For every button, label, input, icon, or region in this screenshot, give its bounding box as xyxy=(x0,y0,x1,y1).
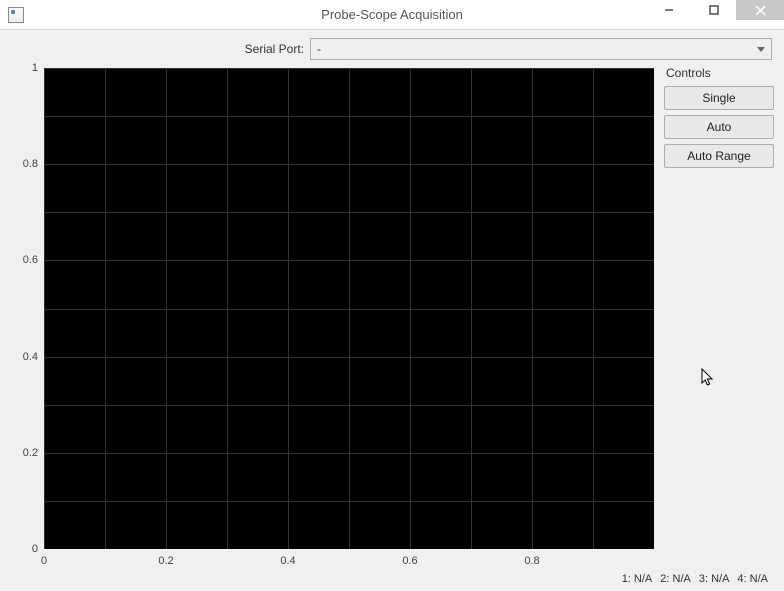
auto-button[interactable]: Auto xyxy=(664,115,774,139)
x-tick: 0 xyxy=(41,555,47,567)
chevron-down-icon xyxy=(757,47,765,52)
serial-port-select[interactable]: - xyxy=(310,38,772,60)
y-tick: 1 xyxy=(32,62,42,74)
x-tick: 0.6 xyxy=(402,555,417,567)
status-ch2: 2: N/A xyxy=(660,573,691,585)
app-body: Serial Port: - 0 0.2 0.4 0.6 0.8 1 0 0.2 0.4 0.6 0… xyxy=(0,30,784,591)
status-ch4: 4: N/A xyxy=(737,573,768,585)
y-tick: 0 xyxy=(32,543,42,555)
controls-panel: Controls Single Auto Auto Range xyxy=(664,66,774,569)
minimize-button[interactable] xyxy=(646,0,691,20)
x-tick: 0.2 xyxy=(158,555,173,567)
main-row: 00.20.40.60.8100.20.40.60.8 Controls Sin… xyxy=(10,66,774,569)
serial-port-row: Serial Port: - xyxy=(10,38,774,60)
title-bar: Probe-Scope Acquisition xyxy=(0,0,784,30)
y-tick: 0.2 xyxy=(23,447,42,459)
status-ch3: 3: N/A xyxy=(699,573,730,585)
window-controls xyxy=(646,0,784,29)
controls-title: Controls xyxy=(664,66,774,80)
plot-area: 00.20.40.60.8100.20.40.60.8 xyxy=(10,66,656,569)
autorange-button[interactable]: Auto Range xyxy=(664,144,774,168)
y-tick: 0.8 xyxy=(23,158,42,170)
close-button[interactable] xyxy=(736,0,784,20)
status-row: 1: N/A 2: N/A 3: N/A 4: N/A xyxy=(10,569,774,585)
y-tick: 0.6 xyxy=(23,254,42,266)
plot-canvas[interactable] xyxy=(44,68,654,549)
status-ch1: 1: N/A xyxy=(622,573,653,585)
serial-port-label: Serial Port: xyxy=(10,42,310,56)
serial-port-value: - xyxy=(317,42,321,56)
plot-frame[interactable]: 00.20.40.60.8100.20.40.60.8 xyxy=(10,66,656,569)
x-tick: 0.4 xyxy=(280,555,295,567)
app-icon xyxy=(8,7,24,23)
x-tick: 0.8 xyxy=(524,555,539,567)
maximize-button[interactable] xyxy=(691,0,736,20)
y-tick: 0.4 xyxy=(23,351,42,363)
single-button[interactable]: Single xyxy=(664,86,774,110)
